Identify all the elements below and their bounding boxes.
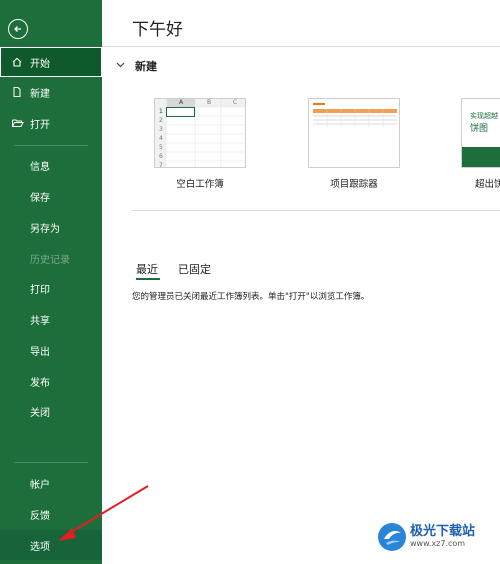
sidebar-item-publish[interactable]: 发布 bbox=[0, 366, 102, 396]
template-label: 超出饼 bbox=[475, 179, 500, 190]
watermark: 极光下载站 www.xz7.com bbox=[378, 523, 475, 551]
sidebar-item-new[interactable]: 新建 bbox=[0, 77, 102, 107]
sidebar-item-history: 历史记录 bbox=[0, 243, 102, 273]
sidebar-item-label: 打印 bbox=[30, 284, 50, 296]
sidebar-item-print[interactable]: 打印 bbox=[0, 273, 102, 303]
row-header: 6 bbox=[159, 153, 163, 160]
sidebar-item-label: 选项 bbox=[30, 541, 50, 553]
sidebar-item-label: 保存 bbox=[30, 192, 50, 204]
sidebar-item-share[interactable]: 共享 bbox=[0, 304, 102, 334]
row-header: 5 bbox=[159, 144, 163, 151]
sidebar-item-label: 信息 bbox=[30, 161, 50, 173]
column-header: A bbox=[179, 99, 184, 106]
thumbnail-text: 实现超越 bbox=[470, 112, 498, 120]
sidebar-divider bbox=[14, 462, 88, 463]
sidebar-item-label: 关闭 bbox=[30, 407, 50, 419]
template-blank-workbook[interactable]: A B C 1 2 3 4 5 6 7 空白工作簿 bbox=[154, 98, 246, 190]
sidebar-item-account[interactable]: 帐户 bbox=[0, 468, 102, 498]
watermark-url: www.xz7.com bbox=[410, 539, 466, 548]
backstage-sidebar: 开始 新建 打开 信息 保存 另存为 历史记录 打印 共享 导出 发布 关闭 帐… bbox=[0, 0, 102, 564]
sidebar-item-label: 发布 bbox=[30, 377, 50, 389]
sidebar-item-info[interactable]: 信息 bbox=[0, 150, 102, 180]
new-file-icon bbox=[10, 85, 24, 99]
active-tab-indicator bbox=[136, 278, 160, 280]
sidebar-item-label: 历史记录 bbox=[30, 254, 70, 266]
sidebar-divider bbox=[14, 145, 88, 146]
divider bbox=[102, 46, 500, 47]
row-header: 2 bbox=[159, 117, 163, 124]
new-section-header[interactable]: 新建 bbox=[116, 58, 157, 74]
sidebar-item-label: 共享 bbox=[30, 315, 50, 327]
sidebar-item-home[interactable]: 开始 bbox=[0, 47, 102, 77]
divider bbox=[132, 210, 500, 211]
sidebar-item-label: 打开 bbox=[30, 119, 50, 131]
row-header: 4 bbox=[159, 135, 163, 142]
sidebar-item-label: 导出 bbox=[30, 346, 50, 358]
sidebar-item-label: 另存为 bbox=[30, 223, 60, 235]
sidebar-item-open[interactable]: 打开 bbox=[0, 108, 102, 138]
home-icon bbox=[10, 55, 24, 69]
template-project-tracker[interactable]: 项目跟踪器 bbox=[308, 98, 400, 190]
sidebar-item-label: 新建 bbox=[30, 88, 50, 100]
row-header: 3 bbox=[159, 126, 163, 133]
sidebar-item-options[interactable]: 选项 bbox=[0, 530, 102, 560]
tab-recent[interactable]: 最近 bbox=[136, 261, 158, 277]
watermark-logo-icon bbox=[378, 523, 406, 551]
row-header: 7 bbox=[159, 162, 163, 168]
column-header: C bbox=[233, 99, 238, 106]
template-label: 空白工作簿 bbox=[176, 179, 224, 190]
sidebar-item-close[interactable]: 关闭 bbox=[0, 396, 102, 426]
template-label: 项目跟踪器 bbox=[330, 179, 378, 190]
column-header: B bbox=[207, 99, 212, 106]
back-arrow-icon[interactable] bbox=[8, 19, 28, 39]
tab-pinned[interactable]: 已固定 bbox=[178, 261, 211, 277]
project-tracker-thumbnail bbox=[308, 98, 400, 168]
watermark-name: 极光下载站 bbox=[410, 524, 476, 539]
sidebar-item-save[interactable]: 保存 bbox=[0, 181, 102, 211]
template-pie-chart[interactable]: 实现超越 饼图 超出饼 bbox=[461, 98, 500, 190]
row-header: 1 bbox=[159, 108, 163, 115]
page-title: 下午好 bbox=[132, 20, 183, 40]
recent-disabled-message: 您的管理员已关闭最近工作簿列表。单击"打开"以浏览工作簿。 bbox=[132, 292, 370, 302]
sidebar-item-label: 帐户 bbox=[30, 479, 50, 491]
blank-workbook-thumbnail: A B C 1 2 3 4 5 6 7 bbox=[154, 98, 246, 168]
sidebar-item-label: 反馈 bbox=[30, 510, 50, 522]
thumbnail-text: 饼图 bbox=[470, 124, 489, 134]
section-title: 新建 bbox=[135, 60, 157, 73]
pie-chart-thumbnail: 实现超越 饼图 bbox=[461, 98, 500, 168]
sidebar-item-export[interactable]: 导出 bbox=[0, 335, 102, 365]
sidebar-item-label: 开始 bbox=[30, 58, 50, 70]
sidebar-item-feedback[interactable]: 反馈 bbox=[0, 499, 102, 529]
open-folder-icon bbox=[10, 116, 24, 130]
sidebar-item-save-as[interactable]: 另存为 bbox=[0, 212, 102, 242]
chevron-down-icon bbox=[116, 61, 125, 71]
